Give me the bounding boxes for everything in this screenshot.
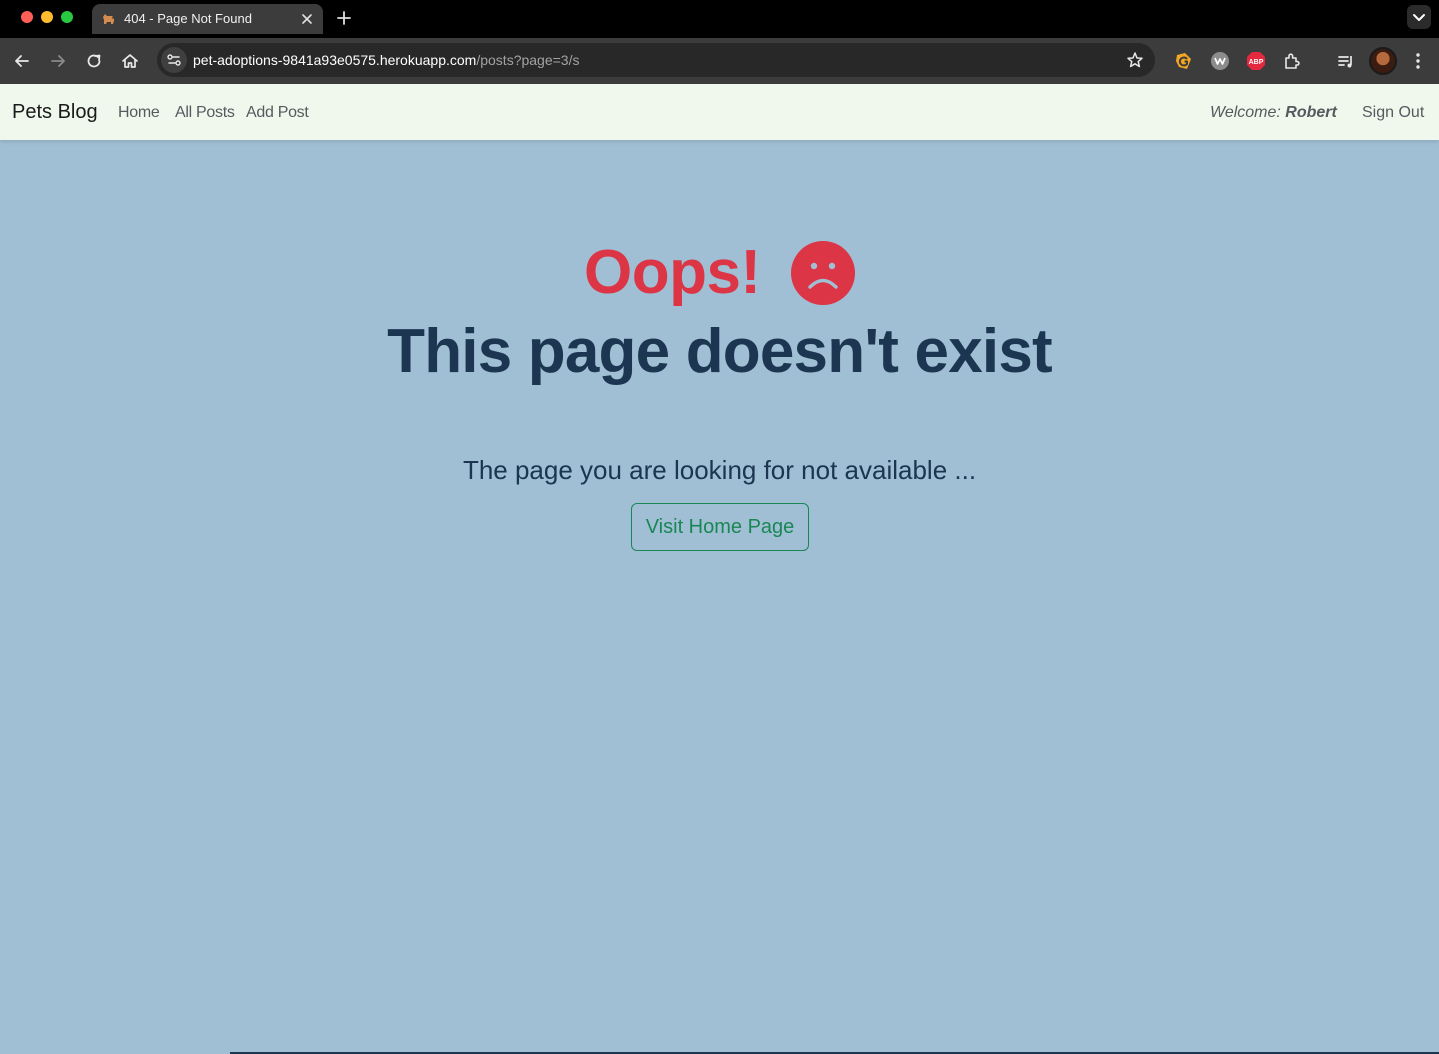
- close-tab-icon[interactable]: [299, 11, 315, 27]
- visit-home-page-button[interactable]: Visit Home Page: [631, 503, 809, 551]
- tune-settings-icon: [167, 54, 181, 66]
- browser-toolbar: pet-adoptions-9841a93e0575.herokuapp.com…: [0, 38, 1439, 84]
- url-host: pet-adoptions-9841a93e0575.herokuapp.com: [193, 52, 477, 68]
- back-arrow-icon[interactable]: [11, 50, 33, 72]
- media-queue-icon[interactable]: [1335, 50, 1357, 72]
- adblock-plus-icon[interactable]: ABP: [1245, 50, 1267, 72]
- sign-out-link[interactable]: Sign Out: [1362, 104, 1424, 122]
- window-maximize-button[interactable]: [61, 11, 73, 23]
- kebab-menu-icon[interactable]: [1407, 50, 1429, 72]
- address-bar[interactable]: pet-adoptions-9841a93e0575.herokuapp.com…: [157, 43, 1155, 77]
- new-tab-plus-icon[interactable]: [334, 8, 354, 28]
- frown-face-icon: [791, 240, 856, 305]
- site-navbar: Pets Blog Home All Posts Add Post Welcom…: [0, 84, 1439, 140]
- error-message: The page you are looking for not availab…: [462, 455, 977, 485]
- welcome-prefix: Welcome:: [1210, 104, 1281, 121]
- browser-tab-bar: 404 - Page Not Found: [0, 0, 1439, 38]
- oops-heading: Oops!: [583, 238, 761, 307]
- bookmark-star-icon[interactable]: [1125, 50, 1145, 70]
- profile-avatar[interactable]: [1369, 47, 1397, 75]
- extensions-puzzle-icon[interactable]: [1281, 50, 1303, 72]
- chevron-down-icon: [1413, 14, 1425, 21]
- page-viewport: Pets Blog Home All Posts Add Post Welcom…: [0, 84, 1439, 1054]
- url-path: /posts?page=3/s: [476, 52, 580, 68]
- grammarly-icon[interactable]: [1173, 50, 1195, 72]
- reload-icon[interactable]: [83, 50, 105, 72]
- home-icon[interactable]: [119, 50, 141, 72]
- dog-favicon-icon: [103, 14, 114, 24]
- welcome-text: Welcome: Robert: [1210, 104, 1337, 122]
- brand-link[interactable]: Pets Blog: [12, 101, 98, 124]
- error-headline: This page doesn't exist: [387, 317, 1053, 386]
- user-name: Robert: [1285, 104, 1337, 121]
- window-close-button[interactable]: [21, 11, 33, 23]
- wappalyzer-icon[interactable]: [1209, 50, 1231, 72]
- site-info-button[interactable]: [161, 47, 187, 73]
- nav-link-all-posts[interactable]: All Posts: [175, 104, 235, 122]
- nav-link-home[interactable]: Home: [118, 104, 160, 122]
- abp-label: ABP: [1249, 59, 1264, 66]
- error-title-row: Oops!: [0, 237, 1439, 308]
- tab-title: 404 - Page Not Found: [124, 11, 252, 26]
- browser-tab-active[interactable]: 404 - Page Not Found: [92, 4, 323, 34]
- nav-link-add-post[interactable]: Add Post: [246, 104, 309, 122]
- tab-search-button[interactable]: [1407, 5, 1431, 29]
- window-minimize-button[interactable]: [41, 11, 53, 23]
- forward-arrow-icon[interactable]: [47, 50, 69, 72]
- url-text: pet-adoptions-9841a93e0575.herokuapp.com…: [193, 52, 579, 68]
